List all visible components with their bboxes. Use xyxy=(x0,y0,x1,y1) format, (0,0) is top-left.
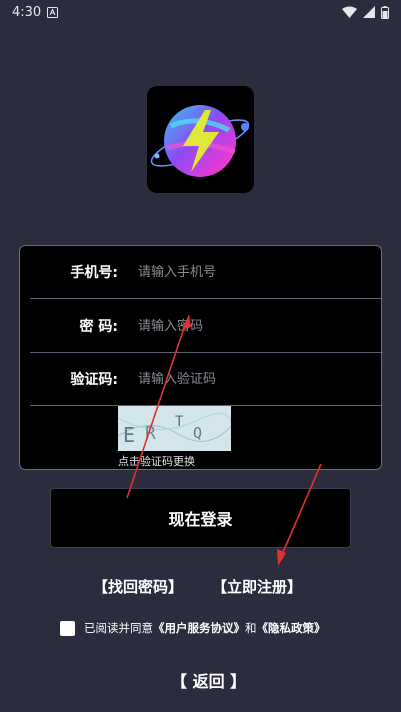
register-link[interactable]: 【立即注册】 xyxy=(212,576,302,597)
captcha-char: E xyxy=(123,423,135,447)
wifi-icon xyxy=(342,6,357,18)
battery-icon xyxy=(381,5,389,19)
agreement-checkbox[interactable] xyxy=(60,620,75,636)
captcha-label: 验证码: xyxy=(70,372,118,388)
login-button[interactable]: 现在登录 xyxy=(50,488,351,548)
phone-input[interactable] xyxy=(138,252,383,292)
password-label: 密 码: xyxy=(79,319,118,335)
agreement-and: 和 xyxy=(245,621,257,635)
captcha-char: Q xyxy=(193,424,202,442)
captcha-row: 验证码: xyxy=(30,353,383,406)
signal-icon xyxy=(363,6,375,18)
captcha-char: T xyxy=(175,414,184,430)
captcha-char: R xyxy=(145,423,156,444)
captcha-image[interactable]: E R T Q xyxy=(118,406,231,451)
status-time: 4:30 xyxy=(12,4,42,20)
status-bar: 4:30 xyxy=(0,0,401,24)
lightning-planet-logo-icon xyxy=(150,105,250,177)
forgot-password-link[interactable]: 【找回密码】 xyxy=(93,576,183,597)
captcha-refresh-hint[interactable]: 点击验证码更换 xyxy=(118,453,195,469)
password-row: 密 码: xyxy=(30,300,383,353)
app-logo xyxy=(147,86,254,193)
privacy-policy-link[interactable]: 《隐私政策》 xyxy=(257,620,326,636)
notification-a-icon xyxy=(47,6,59,18)
back-button[interactable]: 【 返回 】 xyxy=(171,668,246,692)
phone-label: 手机号: xyxy=(70,265,118,281)
captcha-input[interactable] xyxy=(138,359,383,399)
agreement-prefix: 已阅读并同意 xyxy=(84,621,153,635)
phone-row: 手机号: xyxy=(30,246,383,299)
login-form-card: 手机号: 密 码: 验证码: E R T Q 点击验证码更换 xyxy=(19,245,383,470)
user-agreement-link[interactable]: 《用户服务协议》 xyxy=(153,620,245,636)
agreement-row: 已阅读并同意 《用户服务协议》 和 《隐私政策》 xyxy=(60,620,326,636)
password-input[interactable] xyxy=(138,306,383,346)
